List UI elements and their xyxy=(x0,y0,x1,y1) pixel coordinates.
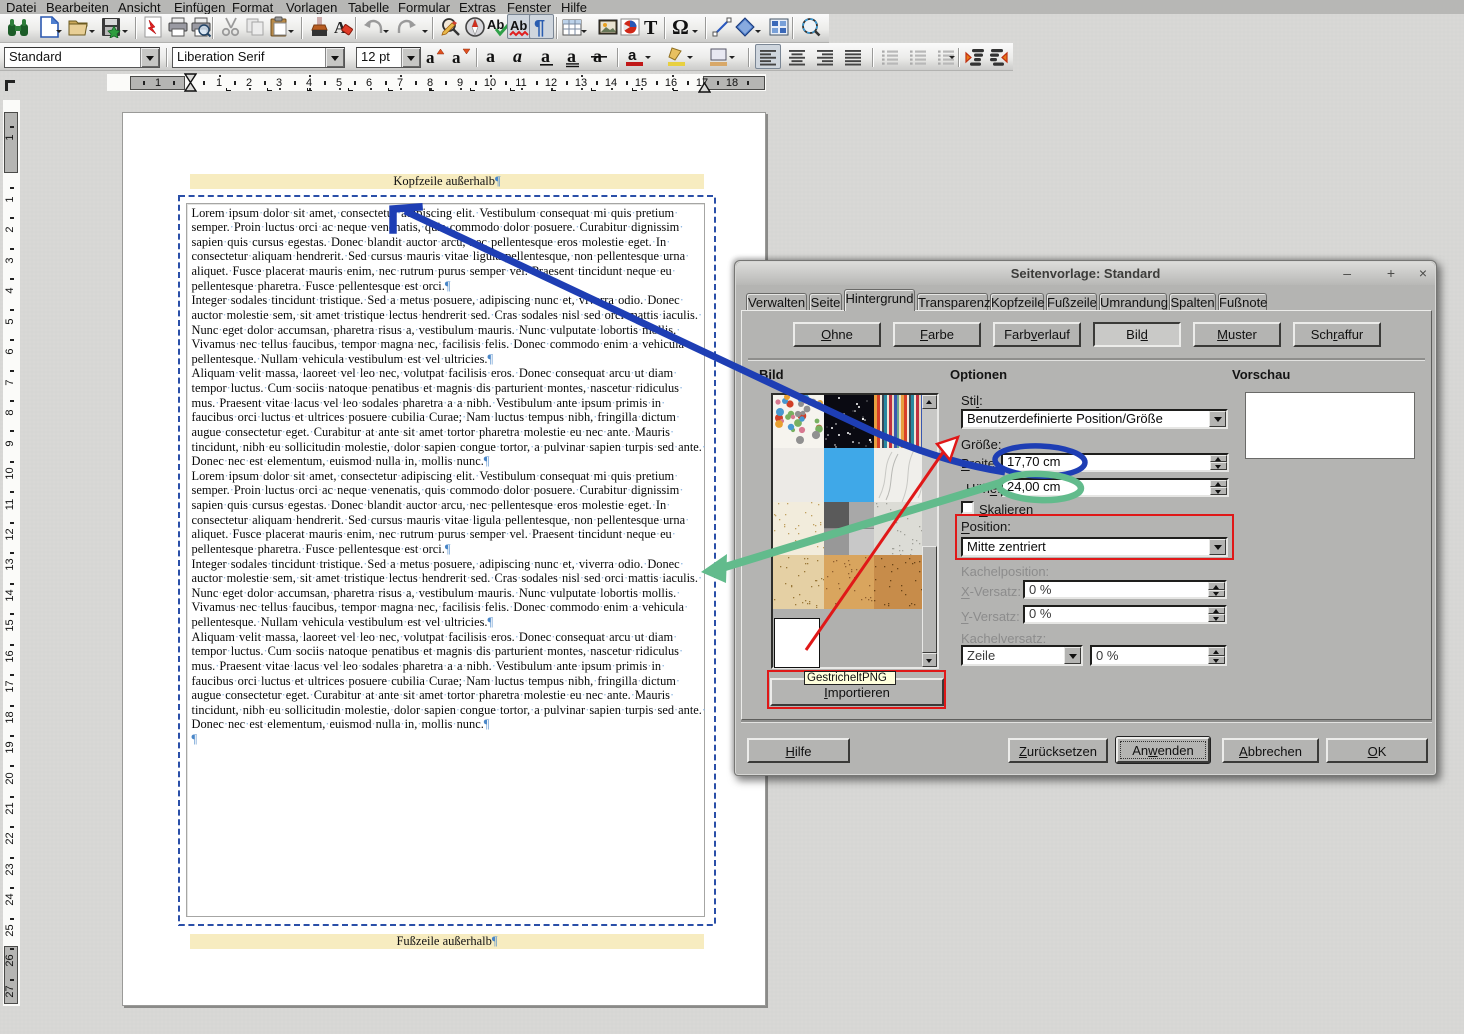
svg-text:Ω: Ω xyxy=(672,16,689,38)
svg-text:a: a xyxy=(541,46,550,66)
svg-text:a: a xyxy=(567,46,576,66)
svg-text:a: a xyxy=(426,48,435,67)
svg-text:Ab: Ab xyxy=(510,18,527,33)
svg-text:a: a xyxy=(628,47,637,64)
svg-text:a: a xyxy=(452,48,461,67)
svg-text:T: T xyxy=(644,17,658,38)
svg-text:¶: ¶ xyxy=(534,17,545,38)
svg-text:a: a xyxy=(513,46,522,66)
svg-text:a: a xyxy=(486,46,495,66)
